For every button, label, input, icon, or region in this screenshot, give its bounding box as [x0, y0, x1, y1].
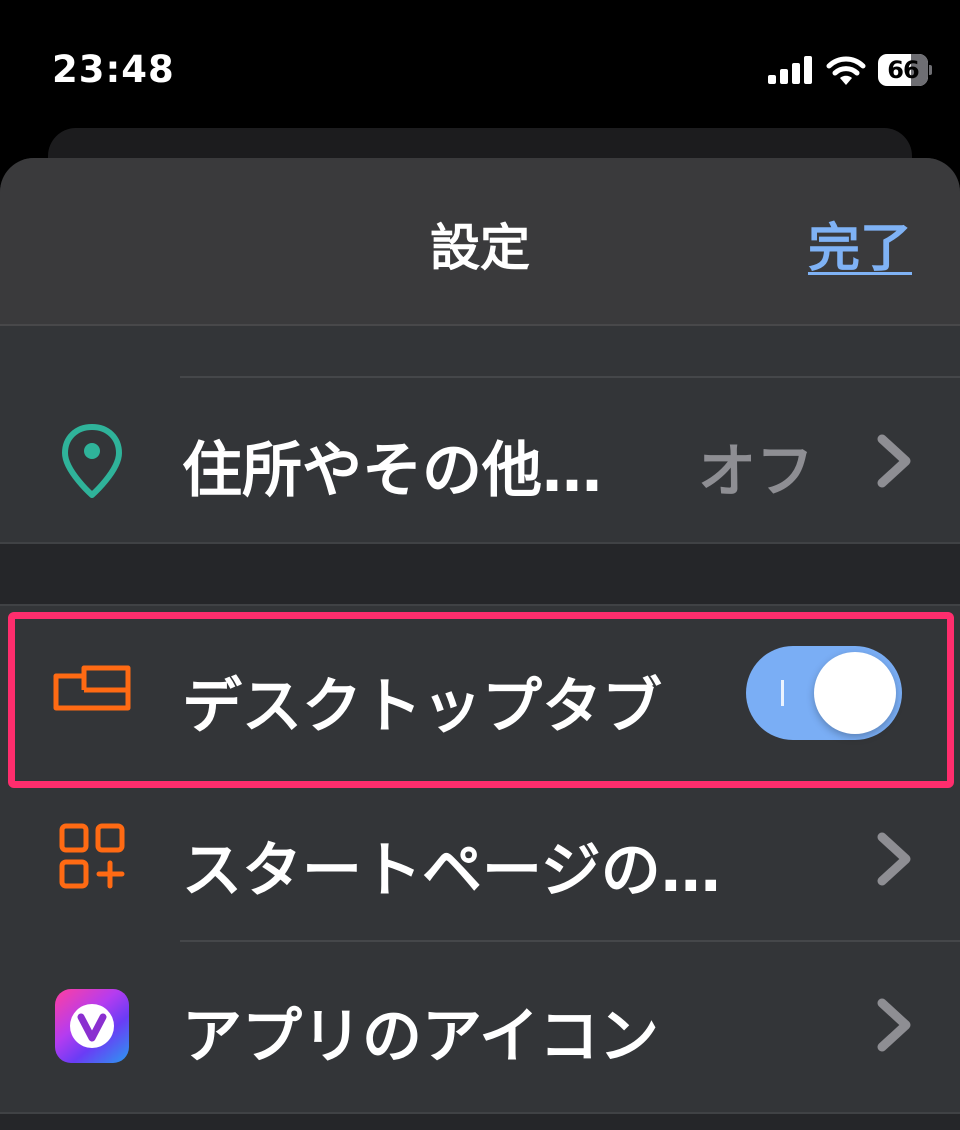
done-button[interactable]: 完了 — [808, 206, 912, 281]
settings-sheet: 設定 完了 住所やその他… オフ デスクトップタブ スタートページの… アプリの… — [0, 158, 960, 1130]
start-page-label: スタートページの… — [182, 836, 721, 906]
battery-level: 66 — [887, 56, 919, 84]
battery-icon: 66 — [878, 54, 932, 86]
wifi-icon — [826, 56, 866, 85]
app-icon-label: アプリのアイコン — [182, 1002, 659, 1072]
settings-group-appearance: デスクトップタブ スタートページの… アプリのアイコン — [0, 604, 960, 1114]
status-time: 23:48 — [52, 48, 175, 91]
desktop-tabs-label: デスクトップタブ — [182, 672, 662, 742]
chevron-right-icon — [877, 832, 911, 886]
desktop-tabs-row: デスクトップタブ — [0, 610, 960, 776]
toggle-on-indicator — [781, 680, 784, 706]
status-icons: 66 — [768, 52, 932, 88]
start-page-row[interactable]: スタートページの… — [0, 776, 960, 942]
status-bar: 23:48 66 — [0, 0, 960, 130]
location-pin-icon — [52, 421, 132, 501]
toggle-knob — [814, 652, 896, 734]
address-row-value: オフ — [697, 437, 814, 505]
address-row-label: 住所やその他… — [182, 436, 602, 506]
start-page-grid-icon — [52, 816, 132, 896]
desktop-tabs-toggle[interactable] — [746, 646, 902, 740]
address-row[interactable]: 住所やその他… オフ — [0, 378, 960, 544]
settings-group-autofill: 住所やその他… オフ — [0, 326, 960, 544]
vivaldi-app-icon — [52, 986, 132, 1066]
chevron-right-icon — [877, 434, 911, 488]
chevron-right-icon — [877, 998, 911, 1052]
desktop-tabs-icon — [52, 648, 132, 728]
cellular-signal-icon — [768, 56, 812, 84]
sheet-header: 設定 完了 — [0, 158, 960, 326]
app-icon-row[interactable]: アプリのアイコン — [0, 942, 960, 1108]
